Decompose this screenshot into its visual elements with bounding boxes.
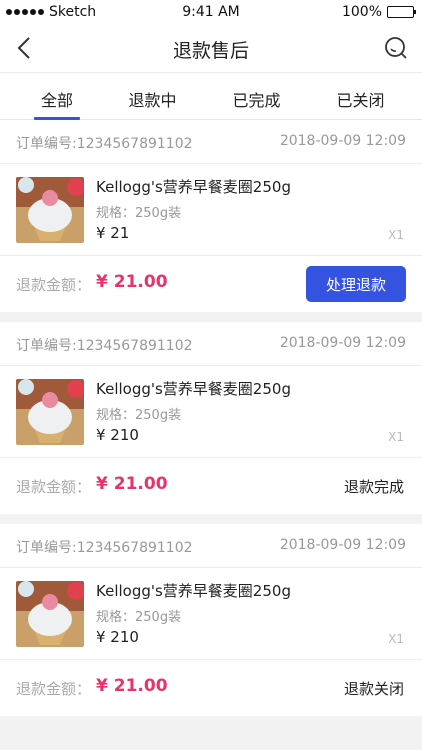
refund-amount: ¥ 21.00 <box>96 272 168 292</box>
product-quantity: X1 <box>388 632 404 646</box>
page-title: 退款售后 <box>172 40 249 62</box>
refund-row: 退款金额： ¥ 21.00 退款完成 <box>0 458 422 514</box>
product-price: ¥ 21 <box>96 224 130 242</box>
refund-amount-label: 退款金额： <box>16 680 92 698</box>
product-quantity: X1 <box>388 228 404 242</box>
order-header: 订单编号:1234567891102 2018-09-09 12:09 <box>0 322 422 366</box>
navigation-bar: 退款售后 <box>0 26 422 72</box>
product-thumbnail <box>16 177 84 243</box>
tab-closed[interactable]: 已关闭 <box>335 87 386 111</box>
refund-amount-label: 退款金额： <box>16 478 92 496</box>
refund-order-card: 订单编号:1234567891102 2018-09-09 12:09 Kell… <box>0 322 422 514</box>
tab-all[interactable]: 全部 <box>34 87 80 120</box>
refund-amount: ¥ 21.00 <box>96 474 168 494</box>
product-name: Kellogg's营养早餐麦圈250g <box>96 380 291 398</box>
tab-refunding[interactable]: 退款中 <box>127 87 178 111</box>
battery-icon <box>387 6 416 18</box>
refund-order-card: 订单编号:1234567891102 2018-09-09 12:09 Kell… <box>0 524 422 716</box>
product-name: Kellogg's营养早餐麦圈250g <box>96 178 291 196</box>
product-price: ¥ 210 <box>96 426 139 444</box>
order-header: 订单编号:1234567891102 2018-09-09 12:09 <box>0 120 422 164</box>
product-quantity: X1 <box>388 430 404 444</box>
product-name: Kellogg's营养早餐麦圈250g <box>96 582 291 600</box>
process-refund-button[interactable]: 处理退款 <box>306 266 406 302</box>
order-date: 2018-09-09 12:09 <box>279 537 406 553</box>
refund-row: 退款金额： ¥ 21.00 退款关闭 <box>0 660 422 716</box>
product-row[interactable]: Kellogg's营养早餐麦圈250g 规格：250g装 ¥ 210 X1 <box>0 568 422 660</box>
product-spec: 规格：250g装 <box>96 206 182 221</box>
order-number: 订单编号:1234567891102 <box>16 338 193 354</box>
battery-status: 100% <box>341 4 416 20</box>
product-thumbnail <box>16 379 84 445</box>
order-date: 2018-09-09 12:09 <box>279 133 406 149</box>
product-spec: 规格：250g装 <box>96 408 182 423</box>
refund-status: 退款关闭 <box>343 680 404 698</box>
tab-completed[interactable]: 已完成 <box>231 87 282 111</box>
product-price: ¥ 210 <box>96 628 139 646</box>
refund-row: 退款金额： ¥ 21.00 处理退款 <box>0 256 422 312</box>
refund-amount: ¥ 21.00 <box>96 676 168 696</box>
order-number: 订单编号:1234567891102 <box>16 136 193 152</box>
battery-percent: 100% <box>341 4 382 20</box>
refund-order-card: 订单编号:1234567891102 2018-09-09 12:09 Kell… <box>0 120 422 312</box>
product-row[interactable]: Kellogg's营养早餐麦圈250g 规格：250g装 ¥ 21 X1 <box>0 164 422 256</box>
order-header: 订单编号:1234567891102 2018-09-09 12:09 <box>0 524 422 568</box>
product-row[interactable]: Kellogg's营养早餐麦圈250g 规格：250g装 ¥ 210 X1 <box>0 366 422 458</box>
filter-tabs: 全部 退款中 已完成 已关闭 <box>0 72 422 120</box>
product-thumbnail <box>16 581 84 647</box>
order-date: 2018-09-09 12:09 <box>279 335 406 351</box>
search-icon[interactable] <box>382 34 410 62</box>
status-bar: Sketch 9:41 AM 100% <box>0 0 422 26</box>
refund-amount-label: 退款金额： <box>16 276 92 294</box>
refund-status: 退款完成 <box>343 478 404 496</box>
product-spec: 规格：250g装 <box>96 610 182 625</box>
order-number: 订单编号:1234567891102 <box>16 540 193 556</box>
